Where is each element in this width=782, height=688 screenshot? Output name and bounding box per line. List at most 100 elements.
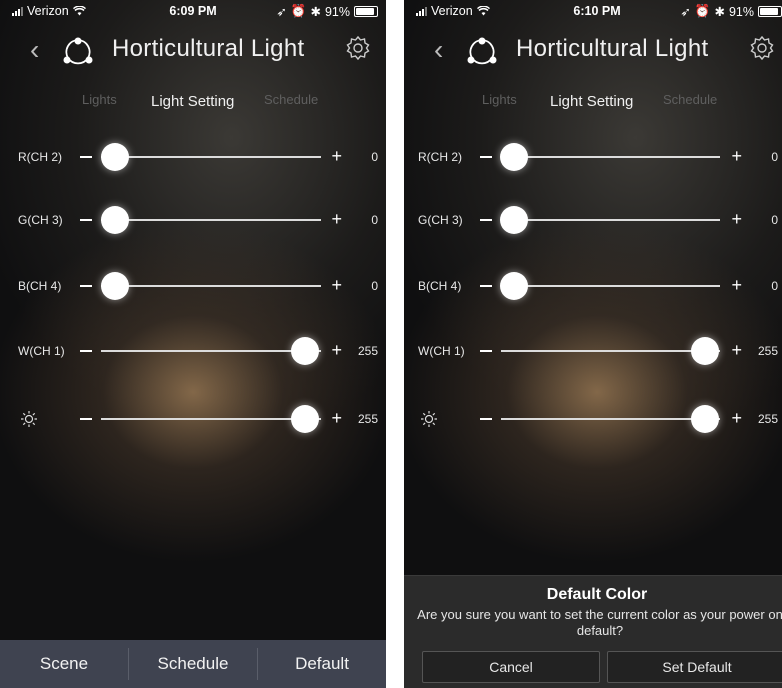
- tab-lights[interactable]: Lights: [482, 92, 517, 107]
- gear-icon[interactable]: [344, 34, 372, 62]
- plus-button[interactable]: +: [731, 209, 742, 230]
- slider-knob[interactable]: [101, 272, 129, 300]
- minus-button[interactable]: [480, 418, 492, 420]
- slider-knob[interactable]: [500, 272, 528, 300]
- slider-track[interactable]: [501, 156, 720, 158]
- plus-button[interactable]: +: [731, 275, 742, 296]
- battery-icon: [758, 6, 782, 17]
- battery-percent: 91%: [324, 4, 350, 19]
- slider-row-brightness: + 255: [0, 399, 386, 439]
- plus-button[interactable]: +: [331, 340, 342, 361]
- location-icon: ➶: [276, 5, 287, 19]
- plus-button[interactable]: +: [331, 209, 342, 230]
- slider-value: 0: [371, 279, 378, 293]
- dialog-title: Default Color: [546, 586, 648, 603]
- tab-bar: Lights Light Setting Schedule: [0, 92, 386, 112]
- minus-button[interactable]: [480, 219, 492, 221]
- tab-schedule[interactable]: Schedule: [663, 92, 717, 107]
- slider-track[interactable]: [101, 350, 321, 352]
- slider-track[interactable]: [101, 156, 321, 158]
- cancel-button[interactable]: Cancel: [422, 651, 600, 683]
- status-bar: Verizon 6:10 PM ➶ ⏰ ✱ 91%: [404, 0, 782, 22]
- alarm-icon: ⏰: [290, 4, 307, 18]
- slider-row-blue: B(CH 4) + 0: [0, 266, 386, 306]
- gear-icon[interactable]: [748, 34, 776, 62]
- slider-knob[interactable]: [500, 206, 528, 234]
- status-right: ➶ ⏰ ✱ 91%: [276, 4, 378, 19]
- slider-value: 0: [771, 279, 778, 293]
- minus-button[interactable]: [80, 156, 92, 158]
- chevron-left-icon[interactable]: ‹: [30, 34, 39, 66]
- slider-knob[interactable]: [101, 143, 129, 171]
- app-screen-2: Verizon 6:10 PM ➶ ⏰ ✱ 91% ‹ Horticultura…: [404, 0, 782, 688]
- app-screen-1: Verizon 6:09 PM ➶ ⏰ ✱ 91% ‹ Horticultura…: [0, 0, 386, 688]
- tab-schedule[interactable]: Schedule: [264, 92, 318, 107]
- slider-value: 0: [771, 213, 778, 227]
- bluetooth-icon: ✱: [310, 5, 321, 19]
- slider-value: 255: [357, 412, 378, 426]
- page-title: Horticultural Light: [112, 35, 305, 62]
- default-color-dialog: Default Color Are you sure you want to s…: [404, 575, 782, 688]
- slider-knob[interactable]: [291, 405, 319, 433]
- slider-row-red: R(CH 2) + 0: [404, 137, 782, 177]
- location-icon: ➶: [680, 5, 691, 19]
- minus-button[interactable]: [80, 350, 92, 352]
- slider-label: W(CH 1): [18, 344, 65, 358]
- page-title: Horticultural Light: [516, 35, 709, 62]
- slider-value: 255: [757, 344, 778, 358]
- tab-light-setting[interactable]: Light Setting: [550, 93, 633, 110]
- minus-button[interactable]: [480, 285, 492, 287]
- slider-row-green: G(CH 3) + 0: [0, 200, 386, 240]
- plus-button[interactable]: +: [331, 146, 342, 167]
- chevron-left-icon[interactable]: ‹: [434, 34, 443, 66]
- slider-knob[interactable]: [500, 143, 528, 171]
- tab-light-setting[interactable]: Light Setting: [151, 93, 234, 110]
- slider-track[interactable]: [501, 219, 720, 221]
- bottom-toolbar: Scene Schedule Default: [0, 640, 386, 688]
- plus-button[interactable]: +: [731, 146, 742, 167]
- status-bar: Verizon 6:09 PM ➶ ⏰ ✱ 91%: [0, 0, 386, 22]
- slider-row-green: G(CH 3) + 0: [404, 200, 782, 240]
- slider-track[interactable]: [101, 418, 321, 420]
- minus-button[interactable]: [80, 418, 92, 420]
- nav-bar: ‹ Horticultural Light: [404, 28, 782, 72]
- tab-lights[interactable]: Lights: [82, 92, 117, 107]
- scene-button[interactable]: Scene: [0, 640, 128, 688]
- slider-value: 0: [771, 150, 778, 164]
- slider-track[interactable]: [101, 285, 321, 287]
- slider-knob[interactable]: [101, 206, 129, 234]
- tab-bar: Lights Light Setting Schedule: [404, 92, 782, 112]
- slider-knob[interactable]: [691, 405, 719, 433]
- slider-label: R(CH 2): [418, 150, 462, 164]
- set-default-button[interactable]: Set Default: [607, 651, 782, 683]
- slider-knob[interactable]: [291, 337, 319, 365]
- slider-label: G(CH 3): [418, 213, 463, 227]
- slider-track[interactable]: [501, 418, 720, 420]
- slider-row-white: W(CH 1) + 255: [0, 331, 386, 371]
- battery-percent: 91%: [728, 4, 754, 19]
- slider-row-red: R(CH 2) + 0: [0, 137, 386, 177]
- minus-button[interactable]: [80, 285, 92, 287]
- slider-knob[interactable]: [691, 337, 719, 365]
- slider-row-blue: B(CH 4) + 0: [404, 266, 782, 306]
- slider-value: 255: [357, 344, 378, 358]
- slider-value: 0: [371, 150, 378, 164]
- alarm-icon: ⏰: [694, 4, 711, 18]
- minus-button[interactable]: [480, 350, 492, 352]
- minus-button[interactable]: [80, 219, 92, 221]
- plus-button[interactable]: +: [731, 408, 742, 429]
- status-right: ➶ ⏰ ✱ 91%: [680, 4, 782, 19]
- slider-value: 255: [757, 412, 778, 426]
- plus-button[interactable]: +: [331, 408, 342, 429]
- slider-track[interactable]: [501, 350, 720, 352]
- minus-button[interactable]: [480, 156, 492, 158]
- slider-track[interactable]: [101, 219, 321, 221]
- plus-button[interactable]: +: [731, 340, 742, 361]
- nav-bar: ‹ Horticultural Light: [0, 28, 386, 72]
- slider-row-brightness: + 255: [404, 399, 782, 439]
- schedule-button[interactable]: Schedule: [129, 640, 257, 688]
- slider-track[interactable]: [501, 285, 720, 287]
- default-button[interactable]: Default: [258, 640, 386, 688]
- battery-icon: [354, 6, 378, 17]
- plus-button[interactable]: +: [331, 275, 342, 296]
